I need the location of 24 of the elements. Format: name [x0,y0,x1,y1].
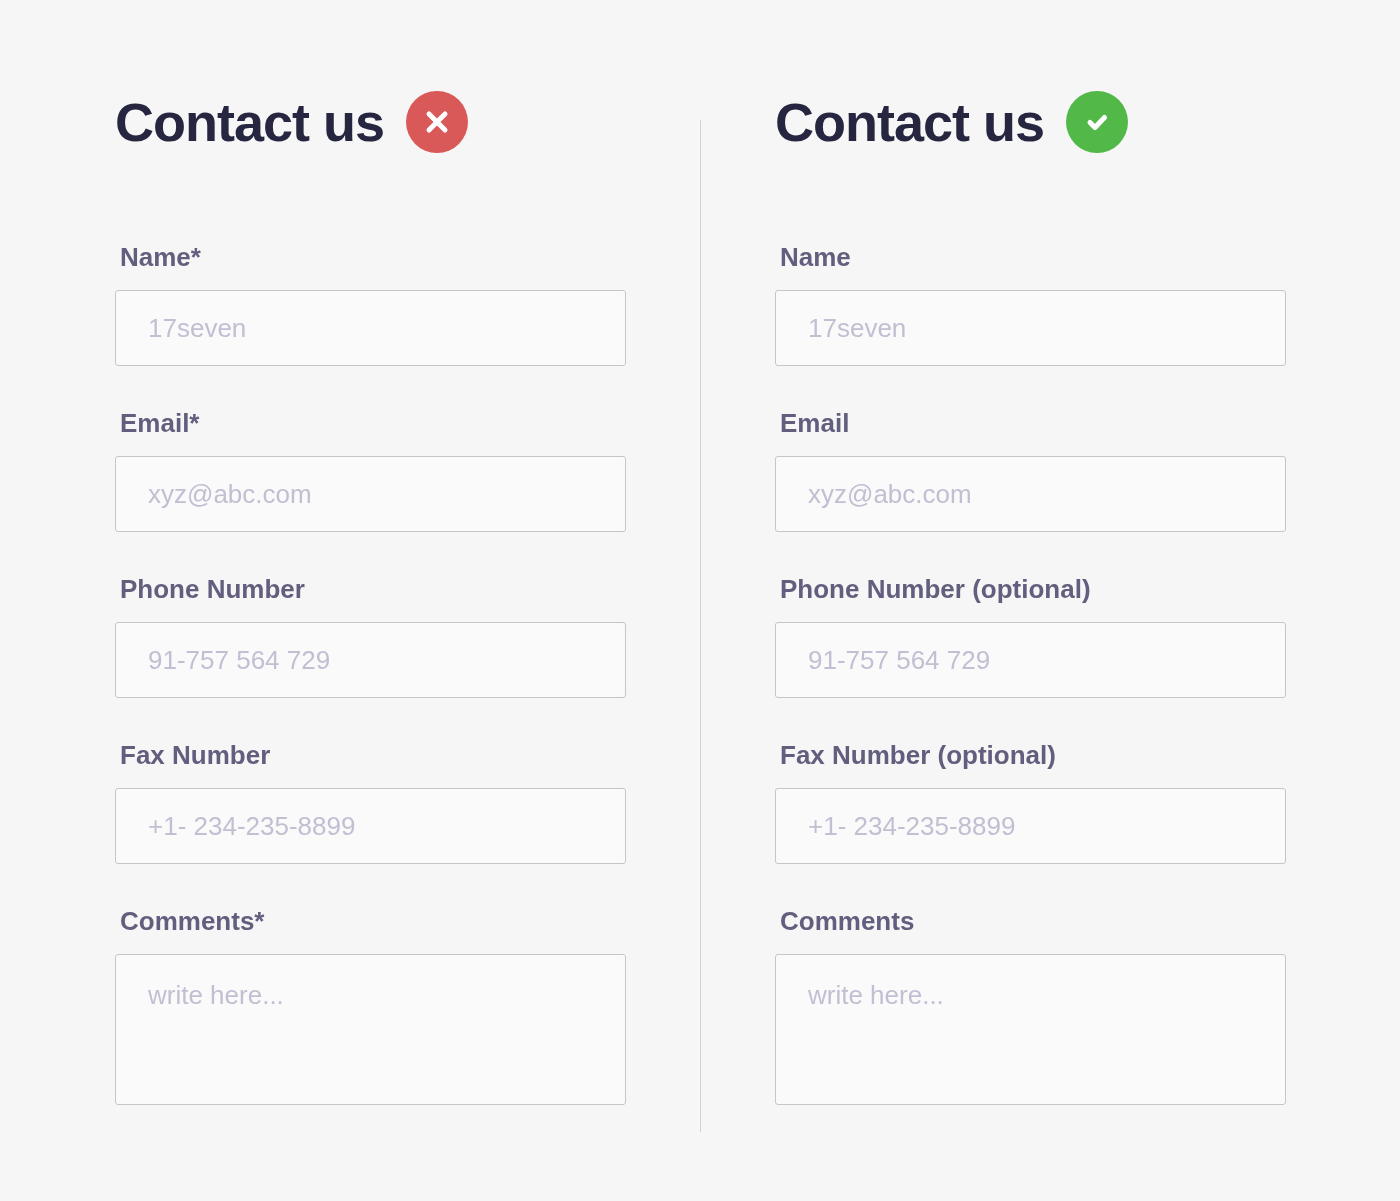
input-field[interactable]: xyz@abc.com [115,456,626,532]
check-circle-icon [1066,91,1129,153]
field-label: Fax Number [120,739,271,771]
field-label: Email* [120,407,200,439]
x-circle-icon [406,91,469,153]
input-field[interactable]: +1- 234-235-8899 [115,788,626,864]
field-label: Comments* [120,905,265,937]
field-label: Name [780,241,851,273]
input-field[interactable]: xyz@abc.com [775,456,1286,532]
input-field[interactable]: 91-757 564 729 [115,622,626,698]
input-field[interactable]: 91-757 564 729 [775,622,1286,698]
field-label: Comments [780,905,915,937]
form-title: Contact us [775,91,1045,153]
comment-box[interactable]: write here... [775,954,1286,1105]
field-label: Phone Number [120,573,305,605]
field-label: Fax Number (optional) [780,739,1056,771]
input-field[interactable]: 17seven [115,290,626,366]
input-field[interactable]: +1- 234-235-8899 [775,788,1286,864]
field-label: Email [780,407,850,439]
field-label: Phone Number (optional) [780,573,1091,605]
field-label: Name* [120,241,201,273]
form-title: Contact us [115,91,385,153]
comment-box[interactable]: write here... [115,954,626,1105]
input-field[interactable]: 17seven [775,290,1286,366]
